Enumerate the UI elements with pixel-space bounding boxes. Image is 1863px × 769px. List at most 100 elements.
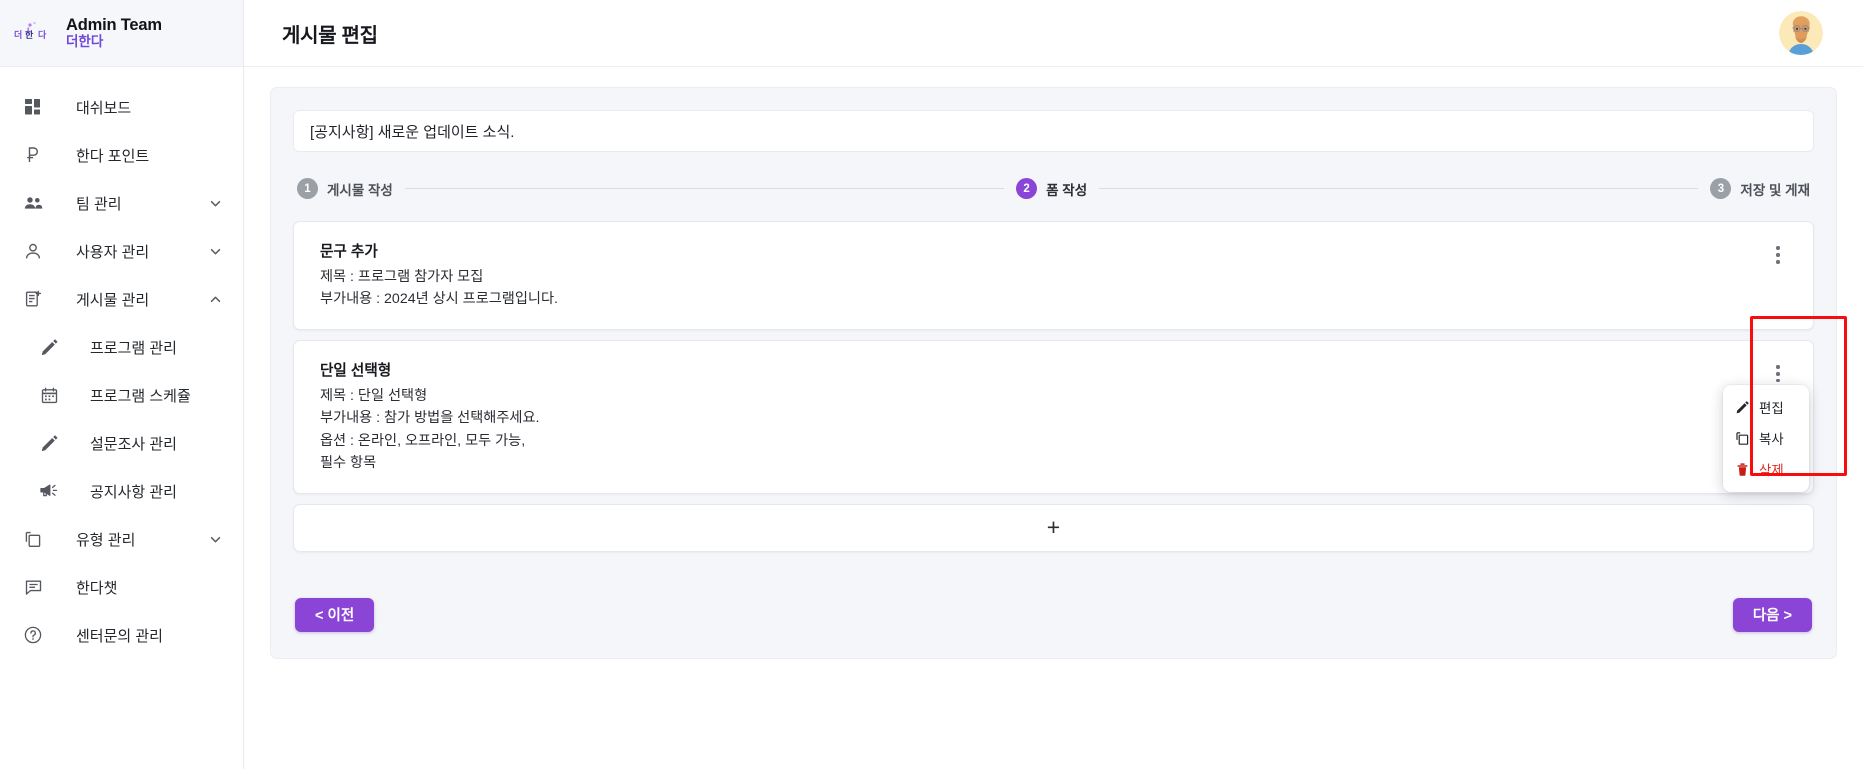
sidebar-item-label: 프로그램 스케쥴 [90,387,191,405]
brand-title: Admin Team [66,15,162,34]
step-label: 저장 및 게재 [1740,182,1811,198]
notice-title-text: [공지사항] 새로운 업데이트 소식. [310,123,515,141]
sidebar-item-notice-management[interactable]: 공지사항 관리 [0,467,243,515]
app-root: 더 한 다 Admin Team 더한다 대쉬보드 한다 포인트 팀 관리 사용… [0,0,1863,769]
context-menu-label: 편집 [1759,401,1784,417]
sidebar-item-label: 대쉬보드 [76,99,132,117]
card-context-menu: 편집 복사 삭제 [1723,384,1809,492]
sidebar-item-user-management[interactable]: 사용자 관리 [0,227,243,275]
sidebar-item-label: 공지사항 관리 [90,483,177,501]
sidebar-item-label: 센터문의 관리 [76,627,163,645]
question-card-title: 문구 추가 [320,244,378,260]
prev-button[interactable]: < 이전 [295,597,375,632]
sidebar-item-program-management[interactable]: 프로그램 관리 [0,323,243,371]
step-1[interactable]: 1 게시물 작성 [297,178,393,199]
sidebar: 더 한 다 Admin Team 더한다 대쉬보드 한다 포인트 팀 관리 사용… [0,0,244,769]
top-bar: 게시물 편집 [244,0,1863,67]
pencil-icon [38,432,60,454]
question-card[interactable]: 문구 추가 제목 : 프로그램 참가자 모집 부가내용 : 2024년 상시 프… [293,221,1814,330]
pencil-icon [38,336,60,358]
context-menu-item-delete[interactable]: 삭제 [1723,454,1809,485]
page-title: 게시물 편집 [282,24,378,47]
step-number: 1 [297,178,318,199]
question-card-body: 단일 선택형 제목 : 단일 선택형 부가내용 : 참가 방법을 선택해주세요.… [320,359,1765,475]
question-card-line: 제목 : 프로그램 참가자 모집 [320,269,484,285]
question-card-line: 필수 항목 [320,455,377,472]
question-card-body: 문구 추가 제목 : 프로그램 참가자 모집 부가내용 : 2024년 상시 프… [320,240,1765,311]
question-card-line: 옵션 : 온라인, 오프라인, 모두 가능, [320,432,526,449]
question-card-line: 부가내용 : 참가 방법을 선택해주세요. [320,410,540,427]
context-menu-label: 복사 [1759,432,1784,448]
step-label: 게시물 작성 [327,182,393,198]
pencil-icon [1735,400,1750,415]
chevron-up-icon[interactable] [207,291,223,307]
step-2[interactable]: 2 폼 작성 [1016,178,1087,199]
chevron-down-icon[interactable] [207,195,223,211]
question-card-line: 제목 : 단일 선택형 [320,387,428,404]
chevron-down-icon[interactable] [207,243,223,259]
sidebar-item-label: 유형 관리 [76,531,136,549]
sidebar-nav: 대쉬보드 한다 포인트 팀 관리 사용자 관리 게시물 관리 프로그램 관리 프… [0,67,243,659]
point-currency-icon [22,144,44,166]
step-label: 폼 작성 [1046,182,1088,198]
context-menu-item-edit[interactable]: 편집 [1723,392,1809,423]
step-connector [404,188,1005,189]
sidebar-item-label: 게시물 관리 [76,291,150,309]
card-kebab-menu-icon[interactable] [1765,361,1791,387]
question-card-list: 문구 추가 제목 : 프로그램 참가자 모집 부가내용 : 2024년 상시 프… [293,221,1814,552]
post-add-icon [22,288,44,310]
copy-layers-icon [22,528,44,550]
sidebar-item-hanada-chat[interactable]: 한다챗 [0,563,243,611]
editor-panel: [공지사항] 새로운 업데이트 소식. 1 게시물 작성 2 폼 작성 3 저장… [270,87,1837,659]
add-question-button[interactable]: + [293,503,1814,552]
step-number: 3 [1710,178,1732,199]
question-card-line: 부가내용 : 2024년 상시 프로그램입니다. [320,291,558,308]
sidebar-item-dashboard[interactable]: 대쉬보드 [0,83,243,131]
plus-icon: + [1046,514,1061,541]
chevron-down-icon[interactable] [207,531,223,547]
sidebar-item-label: 사용자 관리 [76,243,150,261]
hanada-logo-icon: 더 한 다 [14,20,54,46]
svg-text:다: 다 [38,29,47,40]
brand-subtitle: 더한다 [66,34,104,50]
step-connector [1099,188,1699,189]
person-icon [22,240,44,262]
dashboard-grid-icon [22,96,44,118]
sidebar-item-label: 설문조사 관리 [90,435,177,453]
sidebar-item-center-inquiry[interactable]: 센터문의 관리 [0,611,243,659]
wizard-footer: < 이전 다음 > [293,597,1814,632]
calendar-icon [38,384,60,406]
sidebar-item-program-schedule[interactable]: 프로그램 스케쥴 [0,371,243,419]
sidebar-item-label: 팀 관리 [76,195,122,213]
main-area: 게시물 편집 [공지사항] 새로운 업데이트 소식. 1 게시물 작성 2 폼 … [244,0,1863,769]
stepper: 1 게시물 작성 2 폼 작성 3 저장 및 게재 [293,178,1814,199]
chat-bubble-icon [22,576,44,598]
content-area: [공지사항] 새로운 업데이트 소식. 1 게시물 작성 2 폼 작성 3 저장… [244,67,1863,769]
people-group-icon [22,192,44,214]
sidebar-item-label: 한다챗 [76,579,118,597]
help-circle-icon [22,624,44,646]
svg-text:한: 한 [25,29,34,40]
notice-title-field[interactable]: [공지사항] 새로운 업데이트 소식. [293,110,1814,152]
step-number: 2 [1016,178,1038,199]
sidebar-item-label: 한다 포인트 [76,147,150,165]
sidebar-item-type-management[interactable]: 유형 관리 [0,515,243,563]
trash-icon [1735,462,1750,477]
sidebar-item-hanada-point[interactable]: 한다 포인트 [0,131,243,179]
question-card-title: 단일 선택형 [320,362,392,379]
sidebar-item-team-management[interactable]: 팀 관리 [0,179,243,227]
context-menu-label: 삭제 [1759,463,1784,479]
svg-text:더: 더 [14,29,22,40]
avatar[interactable] [1779,11,1823,55]
sidebar-item-post-management[interactable]: 게시물 관리 [0,275,243,323]
sidebar-item-survey-management[interactable]: 설문조사 관리 [0,419,243,467]
sidebar-item-label: 프로그램 관리 [90,339,177,357]
copy-icon [1735,431,1750,446]
card-kebab-menu-icon[interactable] [1765,242,1791,268]
context-menu-item-copy[interactable]: 복사 [1723,423,1809,454]
step-3[interactable]: 3 저장 및 게재 [1710,178,1810,199]
next-button[interactable]: 다음 > [1732,597,1812,632]
question-card[interactable]: 단일 선택형 제목 : 단일 선택형 부가내용 : 참가 방법을 선택해주세요.… [293,339,1814,494]
brand-header[interactable]: 더 한 다 Admin Team 더한다 [0,0,243,67]
megaphone-icon [38,480,60,502]
